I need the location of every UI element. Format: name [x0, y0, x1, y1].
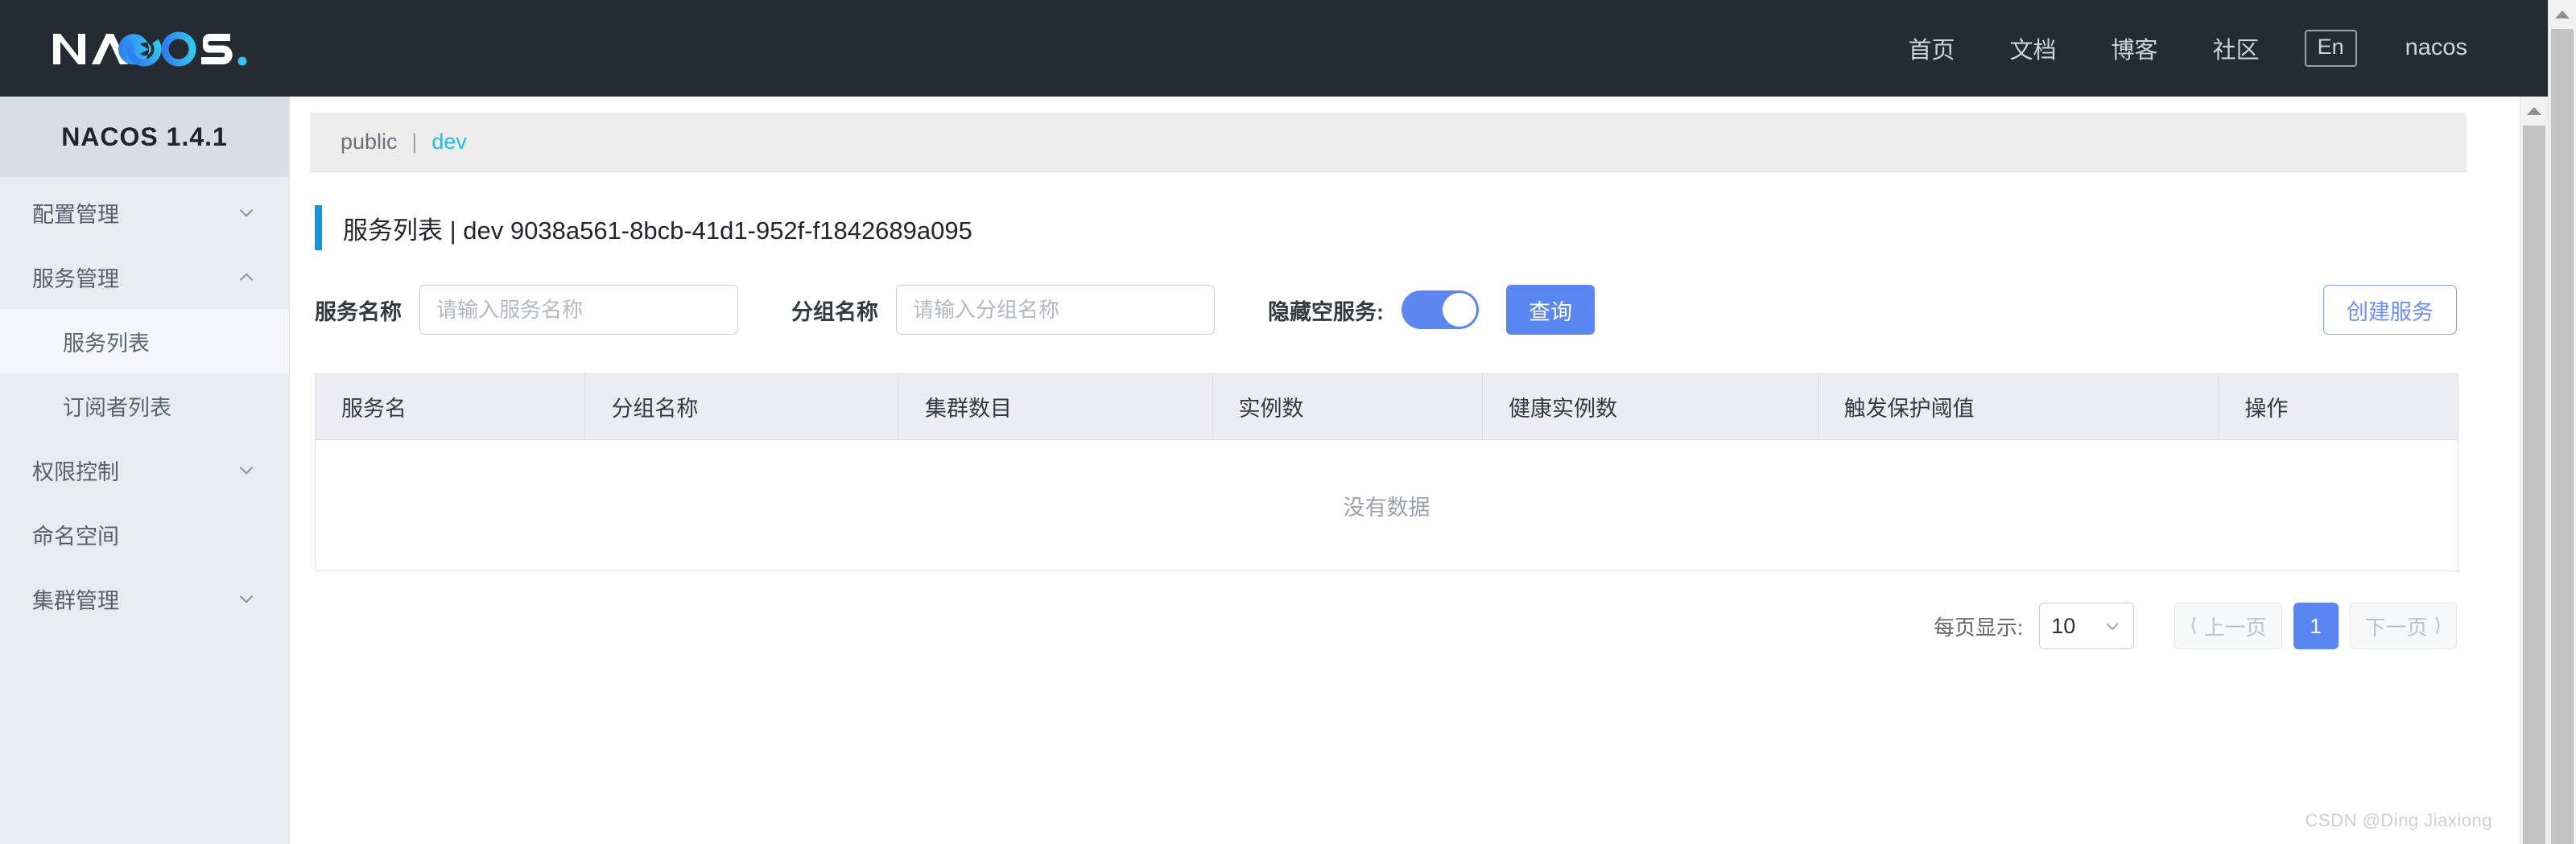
- column-header-cluster-count: 集群数目: [898, 373, 1213, 440]
- table-header-row: 服务名 分组名称 集群数目 实例数 健康实例数 触发保护阈值 操作: [314, 373, 2458, 440]
- sidebar-item-service-management[interactable]: 服务管理: [0, 245, 289, 309]
- sidebar-item-label: 权限控制: [32, 459, 119, 484]
- sidebar-item-service-list[interactable]: 服务列表: [0, 309, 289, 373]
- sidebar-item-namespace[interactable]: 命名空间: [0, 502, 289, 566]
- column-header-healthy-instance-count: 健康实例数: [1482, 373, 1818, 440]
- top-nav: 首页 文档 博客 社区 En nacos: [1881, 30, 2474, 67]
- watermark: CSDN @Ding Jiaxiong: [2305, 810, 2492, 830]
- language-toggle-button[interactable]: En: [2304, 30, 2357, 67]
- sidebar-item-permission-control[interactable]: 权限控制: [0, 438, 289, 502]
- prev-page-label: 上一页: [2203, 615, 2267, 640]
- chevron-down-icon: [236, 459, 257, 480]
- nav-item-community[interactable]: 社区: [2186, 31, 2287, 65]
- column-header-protect-threshold: 触发保护阈值: [1817, 373, 2219, 440]
- chevron-down-icon: [2103, 616, 2122, 636]
- empty-state-text: 没有数据: [315, 439, 2458, 571]
- app-root: 首页 文档 博客 社区 En nacos NACOS 1.4.1 配置管理 服务…: [0, 0, 2576, 844]
- service-table: 服务名 分组名称 集群数目 实例数 健康实例数 触发保护阈值 操作 没有数据: [314, 373, 2458, 571]
- breadcrumb-separator: |: [411, 130, 418, 154]
- inner-scrollbar[interactable]: [2520, 97, 2548, 844]
- hide-empty-service-toggle[interactable]: [1402, 290, 1479, 329]
- service-table-container: 服务名 分组名称 集群数目 实例数 健康实例数 触发保护阈值 操作 没有数据: [314, 373, 2458, 571]
- column-header-group-name: 分组名称: [584, 373, 899, 440]
- page-title: 服务列表 | dev 9038a561-8bcb-41d1-952f-f1842…: [343, 216, 972, 245]
- nacos-logo[interactable]: [50, 27, 283, 69]
- chevron-down-icon: [236, 588, 257, 609]
- nav-item-home[interactable]: 首页: [1881, 31, 1983, 65]
- scroll-up-arrow-icon[interactable]: [2520, 97, 2548, 126]
- query-button[interactable]: 查询: [1506, 285, 1595, 335]
- prev-page-button[interactable]: ⟨ 上一页: [2174, 603, 2282, 649]
- page-number-1-button[interactable]: 1: [2293, 603, 2339, 649]
- column-header-service-name: 服务名: [314, 373, 586, 440]
- page-size-value: 10: [2051, 613, 2076, 638]
- sidebar-item-subscriber-list[interactable]: 订阅者列表: [0, 373, 289, 438]
- nav-item-docs[interactable]: 文档: [1983, 31, 2084, 65]
- chevron-up-icon: [236, 266, 257, 287]
- page-title-container: 服务列表 | dev 9038a561-8bcb-41d1-952f-f1842…: [315, 204, 2467, 251]
- outer-scrollbar[interactable]: [2548, 0, 2576, 844]
- sidebar-menu: 配置管理 服务管理 服务列表 订阅者列表 权限控制 命名空间 集群管理: [0, 177, 289, 631]
- page-size-select[interactable]: 10: [2039, 603, 2135, 649]
- title-accent-bar: [315, 205, 322, 250]
- chevron-left-icon: ⟨: [2190, 615, 2198, 636]
- chevron-right-icon: ⟩: [2434, 615, 2442, 636]
- breadcrumb: public | dev: [310, 113, 2467, 172]
- sidebar-item-label: 命名空间: [32, 524, 119, 549]
- column-header-instance-count: 实例数: [1212, 373, 1484, 440]
- sidebar-item-config-management[interactable]: 配置管理: [0, 180, 289, 245]
- table-head: 服务名 分组名称 集群数目 实例数 健康实例数 触发保护阈值 操作: [314, 373, 2458, 440]
- sidebar-item-cluster-management[interactable]: 集群管理: [0, 566, 289, 631]
- next-page-button[interactable]: 下一页 ⟩: [2349, 603, 2457, 649]
- breadcrumb-namespace[interactable]: public: [341, 130, 398, 154]
- sidebar-version-title: NACOS 1.4.1: [0, 97, 289, 177]
- page-size-label: 每页显示:: [1933, 615, 2024, 640]
- service-name-label: 服务名称: [315, 299, 402, 324]
- table-empty-row: 没有数据: [315, 439, 2458, 571]
- filter-bar: 服务名称 分组名称 隐藏空服务: 查询 创建服务: [315, 285, 2467, 335]
- table-body: 没有数据: [315, 439, 2458, 571]
- sidebar-item-label: 服务列表: [63, 331, 150, 356]
- hide-empty-service-label: 隐藏空服务:: [1268, 299, 1384, 324]
- inner-scrollbar-thumb[interactable]: [2523, 126, 2545, 844]
- sidebar-item-label: 服务管理: [32, 266, 119, 291]
- breadcrumb-current[interactable]: dev: [431, 130, 467, 154]
- toggle-knob: [1443, 293, 1476, 327]
- nav-item-blog[interactable]: 博客: [2084, 31, 2186, 65]
- service-name-input[interactable]: [419, 285, 738, 335]
- top-header: 首页 文档 博客 社区 En nacos: [0, 0, 2548, 97]
- column-header-operations: 操作: [2218, 373, 2458, 440]
- pagination: 每页显示: 10 ⟨ 上一页 1 下一页 ⟩: [310, 600, 2457, 652]
- sidebar-item-label: 订阅者列表: [63, 395, 171, 420]
- group-name-input[interactable]: [896, 285, 1215, 335]
- main-content: public | dev 服务列表 | dev 9038a561-8bcb-41…: [291, 97, 2499, 844]
- main-inner: public | dev 服务列表 | dev 9038a561-8bcb-41…: [291, 97, 2499, 652]
- nacos-logo-icon: [53, 31, 247, 67]
- create-service-button[interactable]: 创建服务: [2323, 285, 2457, 335]
- sidebar-item-label: 集群管理: [32, 588, 119, 613]
- chevron-down-icon: [236, 202, 257, 223]
- scroll-up-arrow-icon[interactable]: [2549, 0, 2576, 29]
- group-name-label: 分组名称: [791, 299, 878, 324]
- pagination-buttons: ⟨ 上一页 1 下一页 ⟩: [2174, 603, 2457, 649]
- outer-scrollbar-thumb[interactable]: [2551, 29, 2574, 844]
- sidebar: NACOS 1.4.1 配置管理 服务管理 服务列表 订阅者列表 权限控制 命名…: [0, 97, 290, 844]
- next-page-label: 下一页: [2364, 615, 2428, 640]
- user-menu[interactable]: nacos: [2375, 35, 2474, 61]
- sidebar-item-label: 配置管理: [32, 202, 119, 227]
